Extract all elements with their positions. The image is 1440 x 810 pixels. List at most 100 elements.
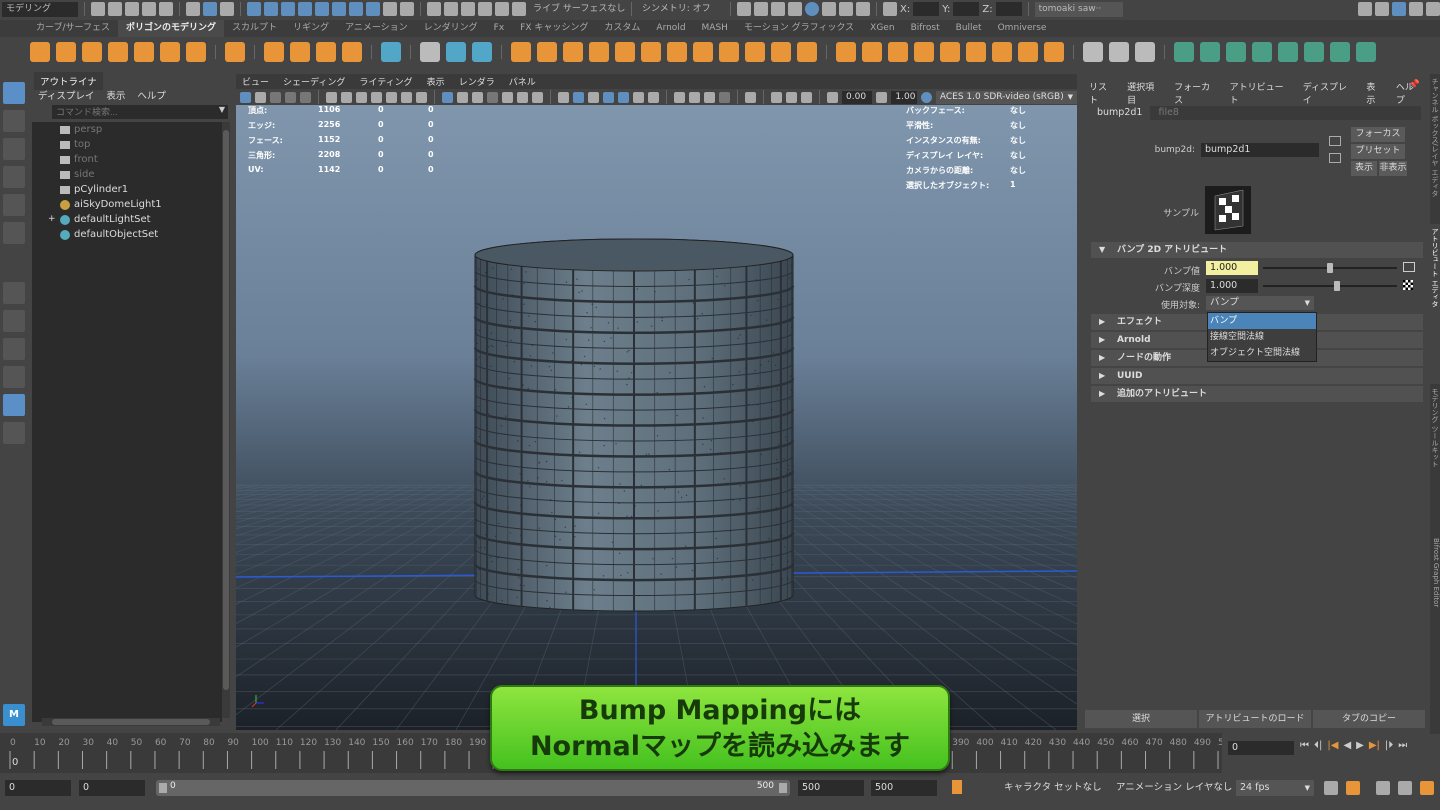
four-view-icon[interactable] <box>3 338 25 360</box>
z-field[interactable] <box>996 2 1022 16</box>
viewport-tool-icon[interactable] <box>827 92 838 103</box>
soft-select-icon[interactable] <box>3 282 25 304</box>
viewport-tool-icon[interactable] <box>356 92 367 103</box>
shelf-tab[interactable]: カーブ/サーフェス <box>28 20 118 37</box>
viewport-tool-icon[interactable] <box>786 92 797 103</box>
step-forward-key-icon[interactable]: ▶| <box>1369 740 1380 751</box>
save-scene-icon[interactable] <box>125 2 139 16</box>
viewport-tool-icon[interactable] <box>270 92 281 103</box>
current-frame-field[interactable]: 0 <box>1228 741 1294 755</box>
node-tab[interactable]: bump2d1 <box>1089 106 1150 120</box>
step-forward-icon[interactable]: |⏵ <box>1385 740 1393 751</box>
outliner-menu-item[interactable]: ディスプレイ <box>38 88 94 102</box>
shelf-tool-icon[interactable] <box>992 42 1012 62</box>
side-tab[interactable]: アトリビュート エディタ <box>1430 224 1440 384</box>
loop-icon[interactable] <box>1324 781 1338 795</box>
snap-grid-icon[interactable] <box>427 2 441 16</box>
shelf-tool-icon[interactable] <box>56 42 76 62</box>
mask-dynamics-icon[interactable] <box>332 2 346 16</box>
footer-button[interactable]: アトリビュートのロード <box>1199 710 1311 728</box>
shelf-tool-icon[interactable] <box>342 42 362 62</box>
shelf-tab[interactable]: モーション グラフィックス <box>736 20 862 37</box>
menu-set-dropdown[interactable]: モデリング <box>2 2 78 17</box>
color-management-icon[interactable] <box>921 92 932 103</box>
viewport-tool-icon[interactable] <box>472 92 483 103</box>
map-button-icon[interactable] <box>1403 262 1415 272</box>
outliner-hscrollbar[interactable] <box>42 718 220 726</box>
use-as-option[interactable]: 接線空間法線 <box>1208 329 1316 345</box>
outliner-item[interactable]: persp <box>32 122 222 137</box>
snap-live-icon[interactable] <box>512 2 526 16</box>
play-forward-icon[interactable]: ▶ <box>1356 740 1364 751</box>
shelf-tab[interactable]: FX キャッシング <box>512 20 596 37</box>
input-connections-icon[interactable] <box>1329 136 1341 146</box>
live-surface-field[interactable]: ライブ サーフェスなし <box>529 2 625 17</box>
fps-dropdown[interactable]: 24 fps ▼ <box>1236 780 1314 796</box>
checker-map-icon[interactable] <box>1403 280 1413 290</box>
shelf-tool-icon[interactable] <box>615 42 635 62</box>
viewport-tool-icon[interactable] <box>801 92 812 103</box>
shelf-tool-icon[interactable] <box>134 42 154 62</box>
viewport-tool-icon[interactable] <box>648 92 659 103</box>
character-set-dropdown[interactable]: キャラクタ セットなし <box>1000 780 1100 796</box>
mask-surfaces-icon[interactable] <box>298 2 312 16</box>
shelf-tool-icon[interactable] <box>862 42 882 62</box>
outliner-item[interactable]: pCylinder1 <box>32 182 222 197</box>
shelf-tool-icon[interactable] <box>1083 42 1103 62</box>
mask-render-icon[interactable] <box>349 2 363 16</box>
bump-depth-slider[interactable] <box>1263 285 1397 287</box>
slider-handle[interactable] <box>1334 281 1340 291</box>
outliner-item[interactable]: front <box>32 152 222 167</box>
shelf-tab[interactable]: Bullet <box>948 20 990 37</box>
snap-point-icon[interactable] <box>461 2 475 16</box>
shelf-tool-icon[interactable] <box>563 42 583 62</box>
viewport-tool-icon[interactable] <box>457 92 468 103</box>
shelf-tool-icon[interactable] <box>641 42 661 62</box>
render-icon[interactable] <box>754 2 768 16</box>
viewport-tool-icon[interactable] <box>704 92 715 103</box>
viewport-tool-icon[interactable] <box>532 92 543 103</box>
side-tab[interactable]: モデリング ツールキット <box>1430 384 1440 534</box>
rotate-tool-icon[interactable] <box>3 194 25 216</box>
lasso-tool-icon[interactable] <box>3 110 25 132</box>
section-3[interactable]: ▶ UUID <box>1091 368 1423 384</box>
section-bump-2d-attributes[interactable]: ▼ バンプ 2D アトリビュート <box>1091 242 1423 258</box>
viewport-tool-icon[interactable] <box>689 92 700 103</box>
shelf-tab[interactable]: Bifrost <box>903 20 948 37</box>
viewport-tool-icon[interactable] <box>255 92 266 103</box>
viewport-tool-icon[interactable] <box>719 92 730 103</box>
shelf-tab[interactable]: Arnold <box>648 20 693 37</box>
viewport-menu-item[interactable]: シェーディング <box>283 75 345 88</box>
ae-menu-item[interactable]: 表示 <box>1366 80 1383 90</box>
outliner-item[interactable]: defaultObjectSet <box>32 227 222 242</box>
node-tab[interactable]: file8 <box>1150 106 1187 120</box>
mask-misc-icon[interactable] <box>366 2 380 16</box>
current-time-marker[interactable]: 0 <box>12 757 18 768</box>
gamma-field[interactable]: 1.00 <box>891 91 916 104</box>
gamma-icon[interactable] <box>876 92 887 103</box>
highlight-icon[interactable] <box>400 2 414 16</box>
x-field[interactable] <box>913 2 939 16</box>
shelf-tab[interactable]: レンダリング <box>416 20 486 37</box>
hypershade-icon[interactable] <box>805 2 819 16</box>
snap-view-icon[interactable] <box>495 2 509 16</box>
select-component-icon[interactable] <box>220 2 234 16</box>
new-scene-icon[interactable] <box>91 2 105 16</box>
playback-start-field[interactable]: 0 <box>79 780 145 796</box>
section-4[interactable]: ▶ 追加のアトリビュート <box>1091 386 1423 402</box>
shelf-tool-icon[interactable] <box>1044 42 1064 62</box>
viewport-menu-item[interactable]: レンダラ <box>459 75 495 88</box>
shelf-tool-icon[interactable] <box>1330 42 1350 62</box>
shelf-tab[interactable]: MASH <box>694 20 736 37</box>
use-as-option[interactable]: バンプ <box>1208 313 1316 329</box>
modeling-toolkit-icon[interactable] <box>1358 2 1372 16</box>
preset-button[interactable]: プリセット <box>1351 144 1405 159</box>
range-end-handle[interactable] <box>779 783 787 793</box>
outliner-layout-icon[interactable] <box>3 394 25 416</box>
redo-icon[interactable] <box>159 2 173 16</box>
playback-end-field[interactable]: 500 <box>798 780 864 796</box>
range-slider[interactable]: 0 500 <box>156 780 790 796</box>
lock-icon[interactable] <box>383 2 397 16</box>
character-icon[interactable] <box>1420 781 1434 795</box>
viewport-menu-item[interactable]: 表示 <box>427 75 445 88</box>
